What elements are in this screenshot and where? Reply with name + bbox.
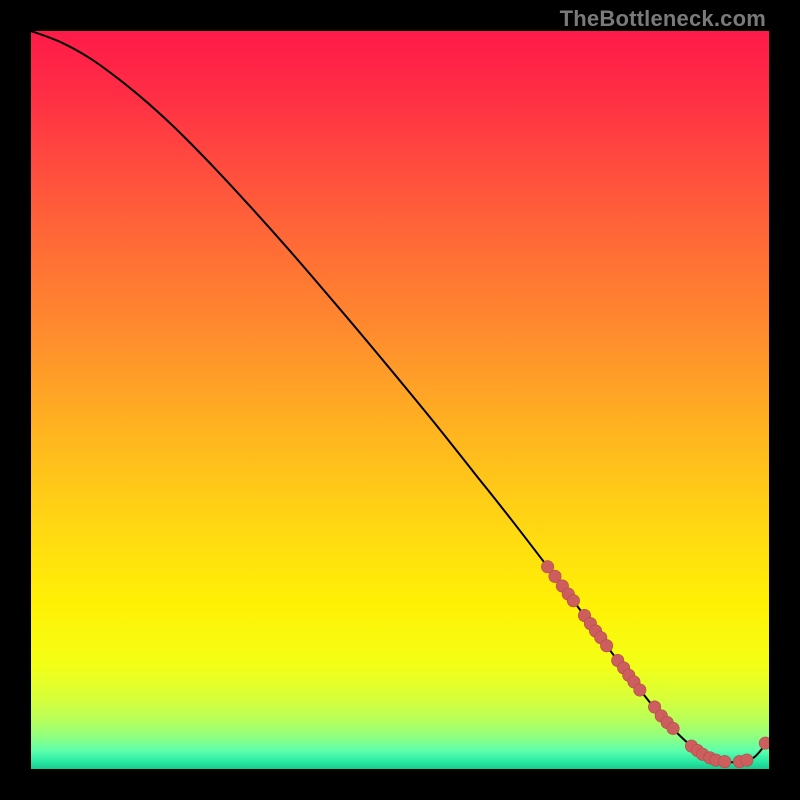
data-marker (719, 755, 731, 767)
data-marker (567, 595, 579, 607)
curve-markers (541, 561, 769, 768)
plot-area (31, 31, 769, 769)
data-marker (741, 754, 753, 766)
data-marker (600, 640, 612, 652)
chart-overlay (31, 31, 769, 769)
chart-stage: TheBottleneck.com (0, 0, 800, 800)
watermark-text: TheBottleneck.com (560, 6, 766, 32)
data-marker (667, 722, 679, 734)
bottleneck-curve (31, 31, 769, 762)
data-marker (759, 737, 769, 749)
data-marker (634, 684, 646, 696)
